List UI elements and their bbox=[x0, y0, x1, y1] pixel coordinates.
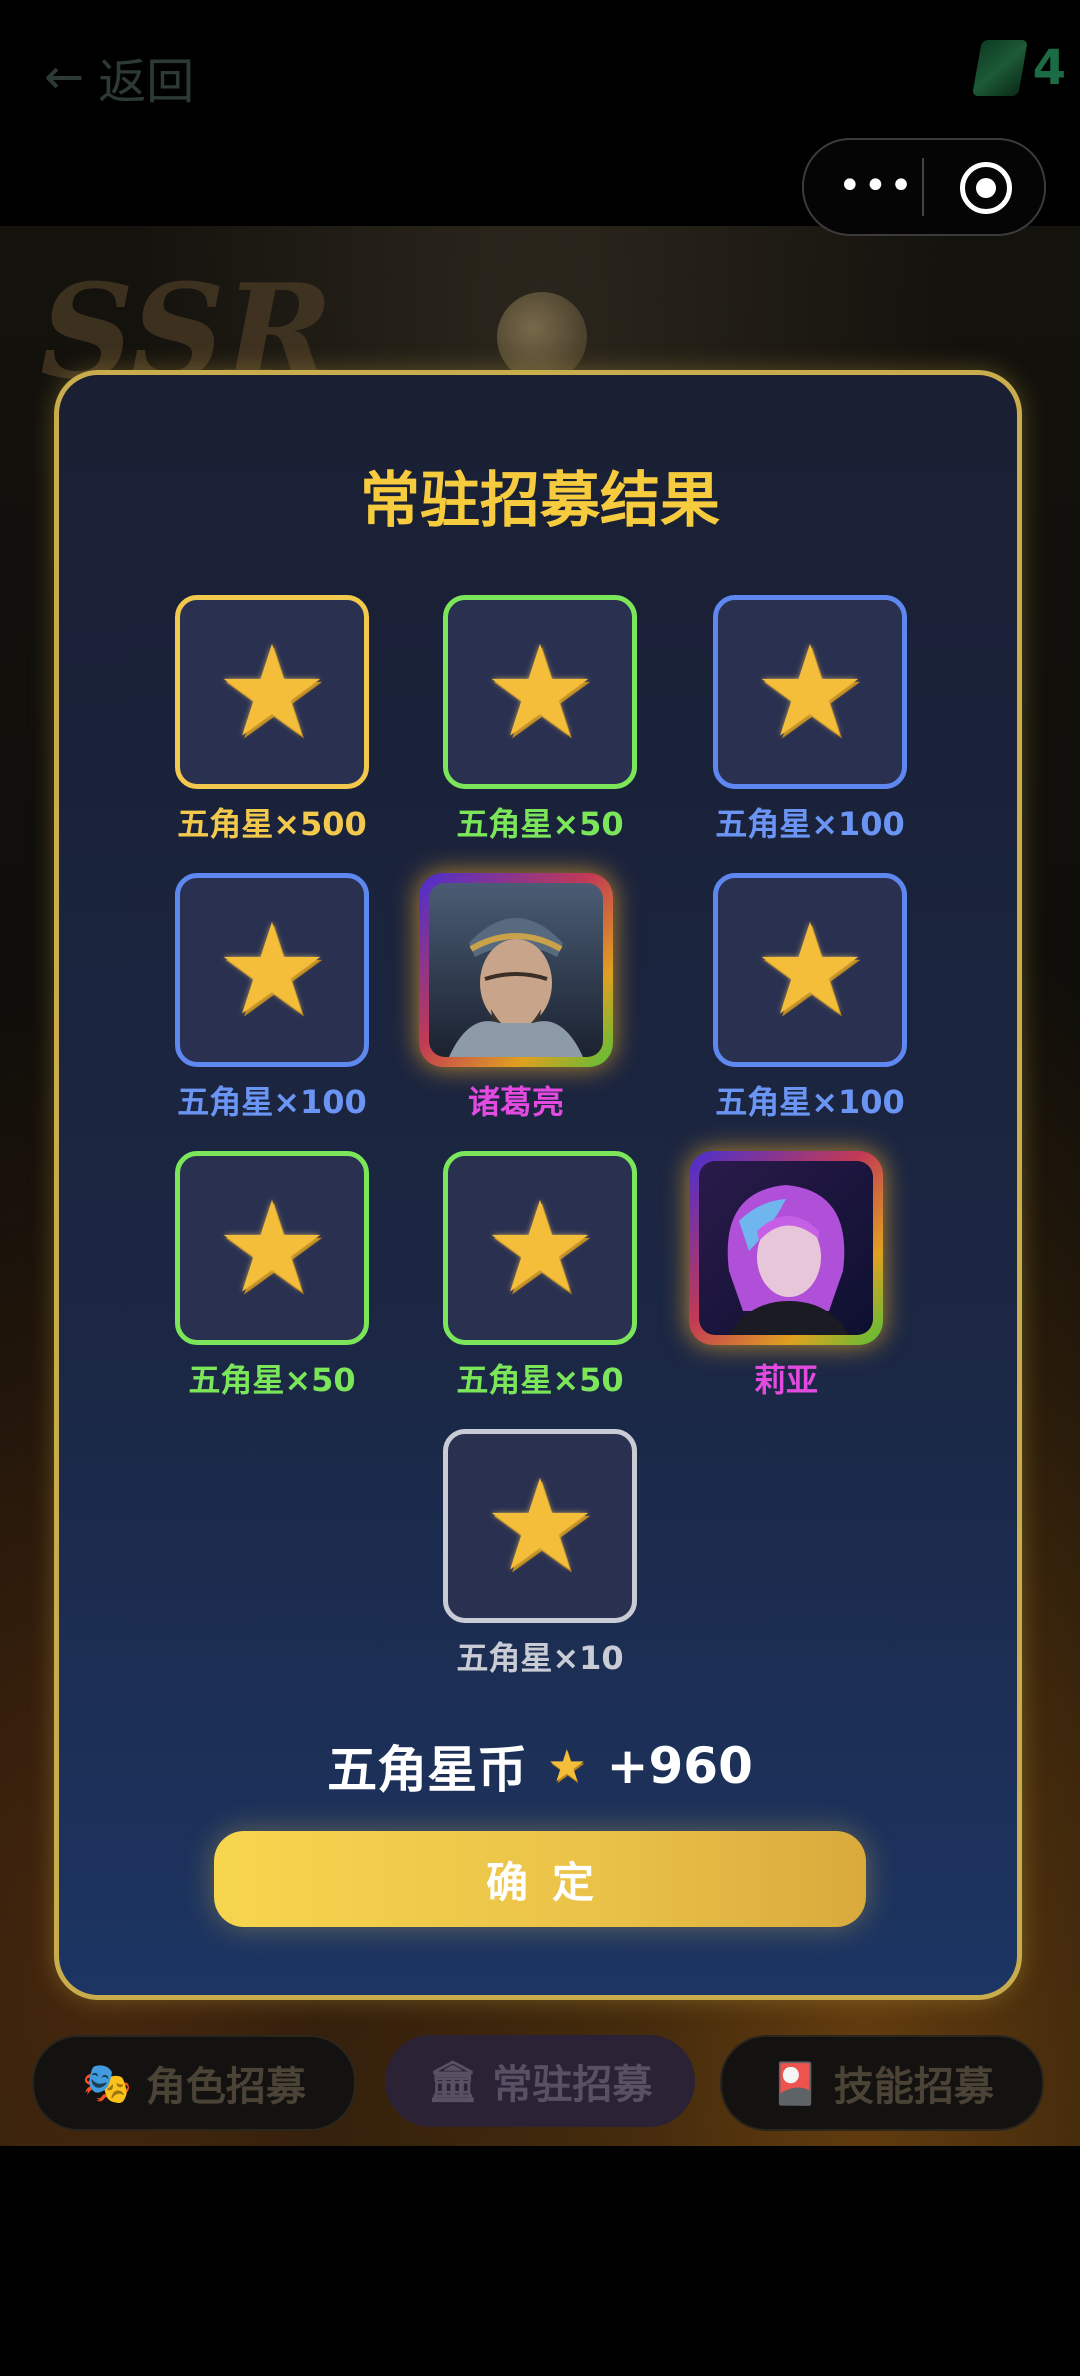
reward-label: 五角星×100 bbox=[715, 1083, 905, 1121]
portrait-image bbox=[429, 883, 603, 1057]
zhuge-liang-portrait bbox=[429, 883, 603, 1057]
reward-card: ★ bbox=[443, 595, 637, 789]
reward-label: 五角星×100 bbox=[715, 805, 905, 843]
reward-label: 五角星×50 bbox=[456, 1361, 624, 1399]
reward-label: 五角星×500 bbox=[177, 805, 367, 843]
reward-label: 五角星×50 bbox=[188, 1361, 356, 1399]
reward-label: 五角星×50 bbox=[456, 805, 624, 843]
back-arrow-icon: ← bbox=[44, 49, 85, 105]
more-menu-icon[interactable]: ••• bbox=[838, 166, 915, 206]
tab-label: 技能招募 bbox=[833, 2064, 994, 2110]
tab-skill-recruit[interactable]: 🎴 技能招募 bbox=[720, 2035, 1044, 2131]
tab-standard-recruit[interactable]: 🏛 常驻招募 bbox=[385, 2035, 695, 2127]
summary-label: 五角星币 bbox=[327, 1741, 528, 1799]
bottom-area bbox=[0, 2146, 1080, 2376]
star-icon: ★ bbox=[483, 1174, 597, 1321]
tab-label: 角色招募 bbox=[145, 2064, 306, 2110]
star-icon: ★ bbox=[215, 896, 329, 1043]
miniprogram-capsule: ••• bbox=[802, 138, 1046, 236]
currency-display: 4 bbox=[971, 40, 1066, 96]
gem-icon bbox=[971, 40, 1028, 96]
card-icon: 🎴 bbox=[770, 2060, 820, 2107]
confirm-button[interactable]: 确定 bbox=[214, 1831, 866, 1927]
back-button[interactable]: ← 返回 bbox=[44, 42, 194, 112]
close-target-icon[interactable] bbox=[960, 162, 1012, 214]
back-label: 返回 bbox=[98, 54, 195, 110]
temple-icon: 🏛 bbox=[427, 2058, 479, 2105]
reward-card: ★ bbox=[175, 873, 369, 1067]
reward-label: 五角星×100 bbox=[177, 1083, 367, 1121]
reward-card: ★ bbox=[713, 873, 907, 1067]
tab-label: 常驻招募 bbox=[492, 2062, 653, 2108]
modal-title: 常驻招募结果 bbox=[360, 466, 720, 536]
star-coin-icon: ★ bbox=[547, 1740, 587, 1792]
reward-card: ★ bbox=[443, 1151, 637, 1345]
lia-portrait bbox=[699, 1161, 873, 1335]
top-bar: ← 返回 4 bbox=[0, 0, 1080, 150]
star-icon: ★ bbox=[215, 1174, 329, 1321]
star-icon: ★ bbox=[483, 1452, 597, 1599]
reward-label: 五角星×10 bbox=[456, 1639, 624, 1677]
moon-decoration bbox=[497, 292, 587, 382]
tab-character-recruit[interactable]: 🎭 角色招募 bbox=[32, 2035, 356, 2131]
reward-card: ★ bbox=[175, 1151, 369, 1345]
star-icon: ★ bbox=[753, 896, 867, 1043]
reward-summary: 五角星币 ★ +960 bbox=[0, 1730, 1080, 1802]
reward-label: 诸葛亮 bbox=[467, 1083, 564, 1121]
reward-label: 莉亚 bbox=[753, 1361, 818, 1399]
reward-card: ★ bbox=[175, 595, 369, 789]
character-card bbox=[419, 873, 613, 1067]
reward-card: ★ bbox=[713, 595, 907, 789]
reward-card: ★ bbox=[443, 1429, 637, 1623]
currency-value: 4 bbox=[1032, 40, 1066, 96]
capsule-divider bbox=[922, 158, 924, 216]
star-icon: ★ bbox=[753, 618, 867, 765]
star-icon: ★ bbox=[215, 618, 329, 765]
recruit-tabs: 🎭 角色招募 🏛 常驻招募 🎴 技能招募 bbox=[30, 2035, 1050, 2135]
character-card bbox=[689, 1151, 883, 1345]
summary-value: +960 bbox=[606, 1737, 753, 1795]
portrait-image bbox=[699, 1161, 873, 1335]
star-icon: ★ bbox=[483, 618, 597, 765]
drama-mask-icon: 🎭 bbox=[82, 2060, 132, 2107]
